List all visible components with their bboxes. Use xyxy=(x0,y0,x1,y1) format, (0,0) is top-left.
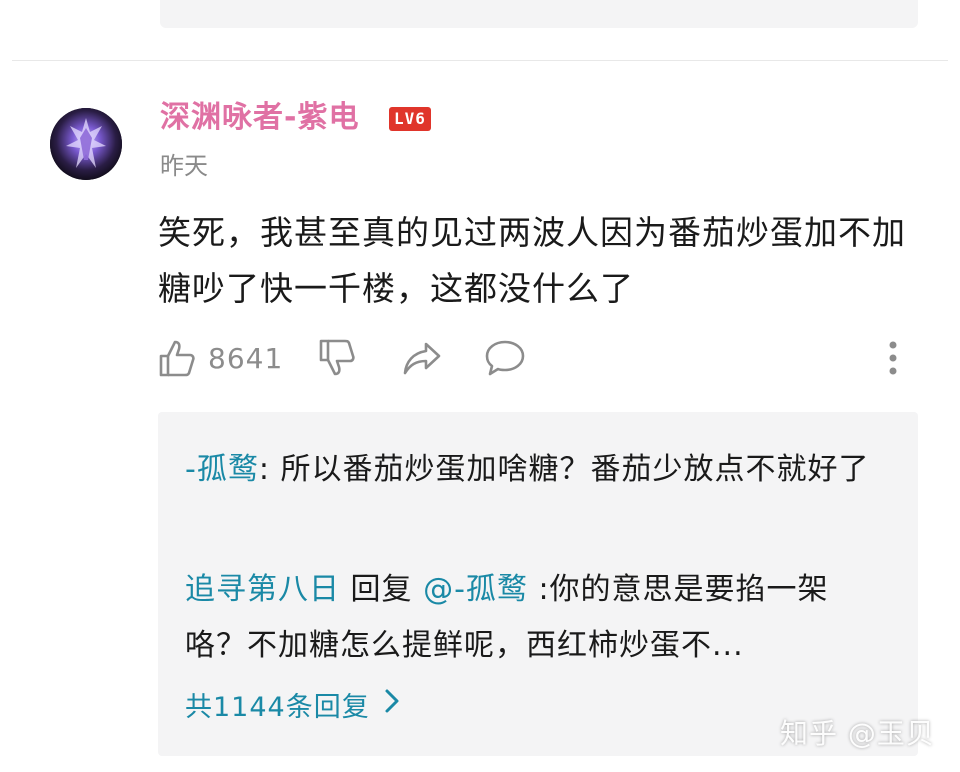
vertical-dots-icon xyxy=(888,341,898,375)
like-button[interactable]: 8641 xyxy=(158,334,283,382)
thumbs-down-icon xyxy=(318,338,356,378)
share-arrow-icon xyxy=(402,338,442,378)
replies-panel: -孤鹜: 所以番茄炒蛋加啥糖？番茄少放点不就好了 追寻第八日 回复 @-孤鹜 :… xyxy=(158,412,918,756)
comment-divider xyxy=(12,60,948,61)
reply-author[interactable]: 追寻第八日 xyxy=(185,572,340,607)
comment-actions: 8641 xyxy=(158,334,918,382)
level-badge: LV6 xyxy=(389,107,431,131)
view-all-replies-label: 共1144条回复 xyxy=(185,691,370,723)
more-options-button[interactable] xyxy=(880,334,906,382)
share-button[interactable] xyxy=(402,334,442,382)
thumbs-up-icon xyxy=(158,338,196,378)
view-all-replies-link[interactable]: 共1144条回复 xyxy=(185,684,400,724)
watermark: 知乎 @玉贝 xyxy=(780,717,935,750)
speech-bubble-icon xyxy=(484,338,526,378)
previous-reply-block xyxy=(160,0,918,28)
comment-timestamp: 昨天 xyxy=(160,152,208,180)
comment-page: 深渊咏者-紫电 LV6 昨天 笑死，我甚至真的见过两波人因为番茄炒蛋加不加糖吵了… xyxy=(0,0,960,772)
reply-item: 追寻第八日 回复 @-孤鹜 :你的意思是要掐一架咯？不加糖怎么提鲜呢，西红柿炒蛋… xyxy=(185,562,875,674)
reply-separator: : xyxy=(258,452,281,487)
chevron-right-icon xyxy=(370,688,400,721)
avatar[interactable] xyxy=(50,108,122,180)
reply-text: 所以番茄炒蛋加啥糖？番茄少放点不就好了 xyxy=(280,452,870,487)
comment-body: 笑死，我甚至真的见过两波人因为番茄炒蛋加不加糖吵了快一千楼，这都没什么了 xyxy=(158,213,906,308)
reply-word: 回复 xyxy=(340,572,424,607)
like-count: 8641 xyxy=(208,341,284,375)
reply-mention[interactable]: @-孤鹜 xyxy=(423,572,528,607)
reply-button[interactable] xyxy=(484,334,526,382)
dislike-button[interactable] xyxy=(318,334,356,382)
comment-author[interactable]: 深渊咏者-紫电 xyxy=(160,98,359,138)
reply-item: -孤鹜: 所以番茄炒蛋加啥糖？番茄少放点不就好了 xyxy=(185,442,875,498)
reply-author[interactable]: -孤鹜 xyxy=(185,452,259,487)
